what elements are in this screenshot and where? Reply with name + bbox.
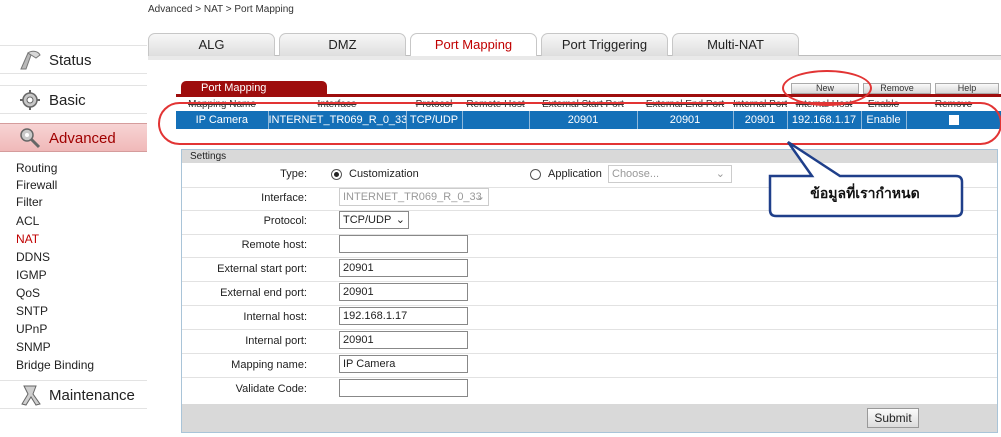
sidebar-item-igmp[interactable]: IGMP [16,268,47,282]
submit-bar: Submit [182,404,997,432]
validate-code-input[interactable] [339,379,468,397]
internal-port-input[interactable]: 20901 [339,331,468,349]
type-label: Type: [280,168,307,180]
type-application-label: Application [548,168,602,180]
tab-bar: ALG DMZ Port Mapping Port Triggering Mul… [148,33,1001,57]
sidebar-status[interactable]: Status [0,45,147,74]
sidebar-item-snmp[interactable]: SNMP [16,340,51,354]
breadcrumb: Advanced > NAT > Port Mapping [148,4,294,15]
application-select-value: Choose... [612,168,660,180]
tab-alg[interactable]: ALG [148,33,275,56]
sidebar-item-sntp[interactable]: SNTP [16,304,48,318]
protocol-label: Protocol: [263,215,307,227]
sidebar-maintenance[interactable]: Maintenance [0,380,147,409]
type-customization-label: Customization [349,168,419,180]
sidebar-item-filter[interactable]: Filter [16,195,43,209]
sidebar-item-qos[interactable]: QoS [16,286,40,300]
sidebar-advanced-label: Advanced [49,130,116,147]
application-select[interactable]: Choose... ⌄ [608,165,732,183]
sidebar-advanced[interactable]: Advanced [0,123,147,152]
sidebar-item-upnp[interactable]: UPnP [16,322,47,336]
row-divider [182,377,997,378]
type-application-radio[interactable] [530,169,541,180]
highlight-oval-row [158,102,1001,145]
remote-host-input[interactable] [339,235,468,253]
sidebar-item-nat[interactable]: NAT [16,232,39,246]
interface-select[interactable]: INTERNET_TR069_R_0_33 ⌄ [339,188,489,206]
row-divider [182,281,997,282]
sidebar-item-bridge-binding[interactable]: Bridge Binding [16,358,94,372]
sidebar-basic[interactable]: Basic [0,85,147,114]
external-start-port-label: External start port: [217,263,307,275]
internal-host-label: Internal host: [243,311,307,323]
sidebar-item-ddns[interactable]: DDNS [16,250,50,264]
status-icon [20,50,41,70]
validate-code-label: Validate Code: [235,383,307,395]
type-customization-radio[interactable] [331,169,342,180]
row-divider [182,353,997,354]
callout-text: ข้อมูลที่เรากำหนด [810,185,920,201]
sidebar-maintenance-label: Maintenance [49,387,135,404]
row-divider [182,305,997,306]
chevron-down-icon: ⌄ [395,214,405,226]
sidebar-basic-label: Basic [49,92,86,109]
sidebar: Status Basic Advanced Routing Firewall F… [0,0,147,437]
row-divider [182,329,997,330]
internal-host-input[interactable]: 192.168.1.17 [339,307,468,325]
remove-button[interactable]: Remove [863,83,931,94]
maintenance-icon [21,385,41,406]
highlight-oval-new [782,70,872,106]
chevron-down-icon: ⌄ [475,191,485,203]
tab-port-triggering[interactable]: Port Triggering [541,33,668,56]
external-end-port-label: External end port: [220,287,307,299]
protocol-select[interactable]: TCP/UDP ⌄ [339,211,409,229]
sidebar-item-firewall[interactable]: Firewall [16,178,57,192]
basic-gear-icon [20,90,40,110]
tab-bar-base [148,56,1001,60]
tab-multi-nat[interactable]: Multi-NAT [672,33,799,56]
sidebar-item-acl[interactable]: ACL [16,214,39,228]
remote-host-label: Remote host: [241,239,307,251]
sidebar-item-routing[interactable]: Routing [16,161,57,175]
external-start-port-input[interactable]: 20901 [339,259,468,277]
submit-button[interactable]: Submit [867,408,919,428]
mapping-name-input[interactable]: IP Camera [339,355,468,373]
advanced-tools-icon [20,128,41,149]
help-button[interactable]: Help [935,83,999,94]
row-divider [182,257,997,258]
tab-dmz[interactable]: DMZ [279,33,406,56]
sidebar-status-label: Status [49,52,92,69]
protocol-select-value: TCP/UDP [343,214,392,226]
interface-select-value: INTERNET_TR069_R_0_33 [343,191,482,203]
mapping-name-label: Mapping name: [231,359,307,371]
interface-label: Interface: [261,192,307,204]
external-end-port-input[interactable]: 20901 [339,283,468,301]
chevron-down-icon: ⌄ [715,168,725,180]
row-divider [182,234,997,235]
panel-title: Port Mapping [181,81,327,95]
internal-port-label: Internal port: [245,335,307,347]
tab-port-mapping[interactable]: Port Mapping [410,33,537,57]
